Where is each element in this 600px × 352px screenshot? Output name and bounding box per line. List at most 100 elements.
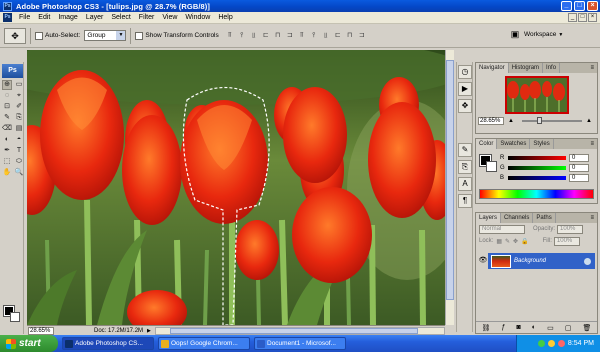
network-icon[interactable] xyxy=(537,340,545,347)
photoshop-menu-icon[interactable]: Ps xyxy=(3,13,12,22)
tab-channels[interactable]: Channels xyxy=(501,213,534,223)
auto-select-checkbox[interactable] xyxy=(35,31,43,40)
tab-swatches[interactable]: Swatches xyxy=(497,139,531,149)
show-transform-checkbox[interactable] xyxy=(135,31,144,40)
distribute-left-icon[interactable]: ⊏ xyxy=(333,31,343,41)
fill-field[interactable]: 100% xyxy=(553,236,580,246)
minimize-button[interactable]: _ xyxy=(561,1,572,11)
slice-tool-icon[interactable]: ✐ xyxy=(14,102,24,112)
color-spectrum-bar[interactable] xyxy=(479,189,594,199)
zoom-in-icon[interactable]: ▲ xyxy=(586,118,592,124)
align-top-icon[interactable]: ⫪ xyxy=(225,31,235,41)
panel-menu-icon[interactable]: ≡ xyxy=(587,63,597,73)
adjustment-layer-icon[interactable]: ◐ xyxy=(532,324,536,331)
tab-navigator[interactable]: Navigator xyxy=(476,63,509,73)
pen-tool-icon[interactable]: T xyxy=(14,146,24,156)
move-tool-preset-icon[interactable]: ✥ xyxy=(4,27,26,44)
hand-tool-icon[interactable]: 🔍 xyxy=(14,168,24,178)
channel-value-field[interactable]: 0 xyxy=(569,174,589,182)
menu-window[interactable]: Window xyxy=(181,14,214,21)
taskbar-task-button[interactable]: Adobe Photoshop CS... xyxy=(62,337,154,350)
tool-presets-icon[interactable]: ✥ xyxy=(458,99,472,113)
align-left-icon[interactable]: ⊏ xyxy=(261,31,271,41)
panel-menu-icon[interactable]: ≡ xyxy=(587,139,597,149)
healing-brush-tool-icon[interactable]: ✎ xyxy=(2,113,12,123)
scroll-thumb[interactable] xyxy=(170,327,419,334)
clone-stamp-tool-icon[interactable]: ⌫ xyxy=(2,124,12,134)
channel-value-field[interactable]: 0 xyxy=(569,164,589,172)
photoshop-logo[interactable]: Ps xyxy=(2,64,23,78)
lock-transparency-icon[interactable]: ▦ xyxy=(496,238,502,245)
workspace-button[interactable]: Workspace ▼ xyxy=(524,29,574,41)
channel-slider[interactable] xyxy=(508,156,566,160)
document-canvas[interactable] xyxy=(27,50,445,325)
eraser-tool-icon[interactable]: ◐ xyxy=(2,135,12,145)
maximize-button[interactable]: □ xyxy=(574,1,585,11)
crop-tool-icon[interactable]: ⊡ xyxy=(2,102,12,112)
chevron-right-icon[interactable]: ▶ xyxy=(147,328,151,334)
brush-tool-icon[interactable]: ⎘ xyxy=(14,113,24,123)
horizontal-scrollbar[interactable] xyxy=(154,326,445,335)
actions-icon[interactable]: ▶ xyxy=(458,82,472,96)
close-button[interactable]: × xyxy=(587,1,598,11)
menu-edit[interactable]: Edit xyxy=(34,14,54,21)
menu-layer[interactable]: Layer xyxy=(82,14,108,21)
doc-minimize-button[interactable]: _ xyxy=(568,13,577,22)
path-select-tool-icon[interactable]: ⬭ xyxy=(14,157,24,167)
tab-color[interactable]: Color xyxy=(476,139,498,149)
menu-image[interactable]: Image xyxy=(54,14,81,21)
taskbar-task-button[interactable]: Oops! Google Chrom... xyxy=(158,337,250,350)
align-vcenter-icon[interactable]: ⫯ xyxy=(237,31,247,41)
tab-info[interactable]: Info xyxy=(543,63,561,73)
menu-view[interactable]: View xyxy=(158,14,181,21)
layer-mask-icon[interactable]: ◙ xyxy=(516,324,520,331)
type-tool-icon[interactable]: ⬚ xyxy=(2,157,12,167)
navigator-preview[interactable] xyxy=(504,76,569,114)
menu-file[interactable]: File xyxy=(15,14,34,21)
shape-tool-icon[interactable]: ✋ xyxy=(2,168,12,178)
distribute-right-icon[interactable]: ⊐ xyxy=(357,31,367,41)
clone-source-icon[interactable]: ⎘ xyxy=(458,160,472,174)
background-color-swatch[interactable] xyxy=(10,312,20,322)
history-icon[interactable]: ◷ xyxy=(458,65,472,79)
lasso-tool-icon[interactable]: ◌ xyxy=(2,91,12,101)
brushes-icon[interactable]: ✎ xyxy=(458,143,472,157)
lock-all-icon[interactable]: 🔒 xyxy=(521,238,528,245)
menu-select[interactable]: Select xyxy=(107,14,134,21)
move-tool-icon[interactable]: ⊕ xyxy=(2,80,12,90)
menu-filter[interactable]: Filter xyxy=(135,14,159,21)
zoom-slider[interactable] xyxy=(521,117,582,124)
navigator-zoom-field[interactable]: 28.65% xyxy=(478,117,504,125)
taskbar-task-button[interactable]: Document1 - Microsof... xyxy=(254,337,346,350)
distribute-vcenter-icon[interactable]: ⫯ xyxy=(309,31,319,41)
scroll-thumb[interactable] xyxy=(446,60,454,300)
panel-menu-icon[interactable]: ≡ xyxy=(587,213,597,223)
doc-restore-button[interactable]: □ xyxy=(578,13,587,22)
channel-slider[interactable] xyxy=(508,166,566,170)
zoom-slider-knob[interactable] xyxy=(536,117,542,124)
menu-help[interactable]: Help xyxy=(214,14,236,21)
align-hcenter-icon[interactable]: ⊓ xyxy=(273,31,283,41)
blend-mode-select[interactable]: Normal xyxy=(479,224,525,234)
paragraph-icon[interactable]: ¶ xyxy=(458,194,472,208)
new-group-icon[interactable]: ▭ xyxy=(547,324,554,332)
dodge-tool-icon[interactable]: ✒ xyxy=(2,146,12,156)
tab-histogram[interactable]: Histogram xyxy=(509,63,544,73)
layer-row-background[interactable]: 👁 Background xyxy=(478,253,595,269)
new-layer-icon[interactable]: ▢ xyxy=(565,324,572,332)
character-icon[interactable]: A xyxy=(458,177,472,191)
marquee-tool-icon[interactable]: ▭ xyxy=(14,80,24,90)
start-button[interactable]: start xyxy=(0,335,58,352)
notification-icon[interactable] xyxy=(547,340,555,347)
auto-select-dropdown[interactable]: Group ▼ xyxy=(84,30,127,41)
doc-close-button[interactable]: × xyxy=(588,13,597,22)
gradient-tool-icon[interactable]: ◓ xyxy=(14,135,24,145)
bridge-icon[interactable]: ▣ xyxy=(508,29,522,41)
zoom-field[interactable]: 28.65% xyxy=(28,326,54,335)
visibility-eye-icon[interactable]: 👁 xyxy=(478,253,488,269)
opacity-field[interactable]: 100% xyxy=(557,224,584,234)
distribute-bottom-icon[interactable]: ⫫ xyxy=(321,31,331,41)
vertical-scrollbar[interactable] xyxy=(445,50,454,325)
channel-value-field[interactable]: 0 xyxy=(569,154,589,162)
color-background-swatch[interactable] xyxy=(486,161,497,172)
